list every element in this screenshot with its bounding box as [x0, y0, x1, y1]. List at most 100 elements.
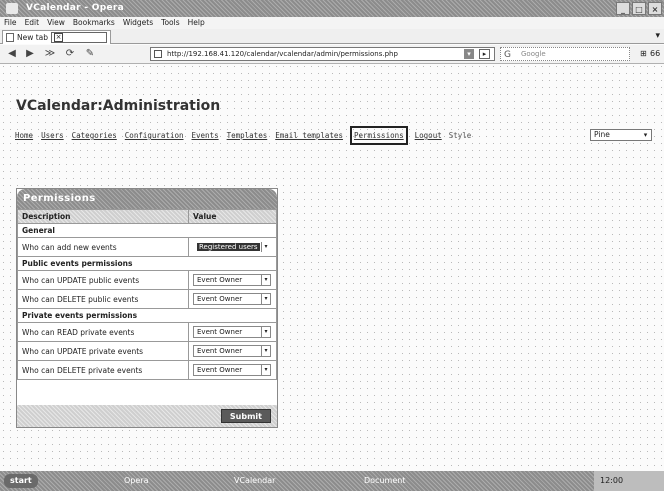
panel-footer: Submit [17, 405, 277, 427]
fast-forward-icon[interactable]: ≫ [44, 48, 56, 60]
chevron-down-icon: ▾ [643, 131, 648, 139]
tab-menu-icon[interactable]: ▾ [655, 31, 660, 41]
selected-value: Event Owner [197, 366, 243, 374]
admin-menu-home[interactable]: Home [14, 131, 34, 145]
section-row-public: Public events permissions [17, 256, 277, 271]
selected-value: Event Owner [197, 347, 243, 355]
admin-menu-templates[interactable]: Templates [226, 131, 269, 145]
chevron-down-icon: ▾ [261, 365, 270, 375]
permission-label: Who can DELETE public events [17, 289, 189, 309]
submit-button[interactable]: Submit [220, 409, 271, 423]
permission-value-cell: Event Owner ▾ [188, 270, 277, 290]
selected-value: Event Owner [197, 276, 243, 284]
permissions-panel: Permissions Description Value General Wh… [16, 188, 278, 428]
permission-value-cell: Event Owner ▾ [188, 289, 277, 309]
tab-close-area[interactable]: × [51, 32, 108, 43]
start-button[interactable]: start [4, 474, 38, 488]
table-row: Who can UPDATE private events Event Owne… [17, 341, 277, 361]
back-icon[interactable]: ◀ [6, 48, 18, 60]
close-icon[interactable]: × [648, 2, 662, 15]
tab-new-tab[interactable]: New tab × [2, 30, 112, 44]
menu-widgets[interactable]: Widgets [123, 17, 153, 29]
style-select[interactable]: Pine ▾ [590, 129, 652, 141]
search-placeholder: Google [521, 50, 546, 58]
system-tray: 12:00 [594, 471, 664, 491]
browser-menubar: File Edit View Bookmarks Widgets Tools H… [0, 17, 664, 29]
read-private-select[interactable]: Event Owner ▾ [193, 326, 271, 338]
google-icon: G [504, 50, 511, 60]
menu-view[interactable]: View [47, 17, 65, 29]
zoom-level: 66 [650, 49, 661, 58]
column-header-description: Description [17, 209, 189, 224]
menu-edit[interactable]: Edit [25, 17, 40, 29]
page-icon [6, 33, 14, 42]
column-header-value: Value [188, 209, 277, 224]
close-tab-icon[interactable]: × [54, 33, 64, 42]
permission-label: Who can READ private events [17, 322, 189, 342]
chevron-down-icon: ▾ [261, 327, 270, 337]
tray-clock: 12:00 [600, 476, 624, 485]
style-label: Style [448, 131, 472, 140]
update-private-select[interactable]: Event Owner ▾ [193, 345, 271, 357]
reload-icon[interactable]: ⟳ [64, 48, 76, 60]
permission-label: Who can add new events [17, 237, 189, 257]
chevron-down-icon[interactable]: ▾ [464, 49, 474, 59]
permission-label: Who can UPDATE private events [17, 341, 189, 361]
permission-value-cell: Event Owner ▾ [188, 360, 277, 380]
address-bar[interactable]: http://192.168.41.120/calendar/vcalendar… [150, 47, 495, 61]
zoom-icon[interactable]: ⊞ [640, 49, 647, 58]
permission-value-cell: Registered users ▾ [188, 237, 277, 257]
minimize-icon[interactable]: _ [616, 2, 630, 15]
permissions-table: Description Value General Who can add ne… [17, 209, 277, 380]
window-title: VCalendar - Opera [26, 3, 125, 13]
menu-file[interactable]: File [4, 17, 17, 29]
maximize-icon[interactable]: □ [632, 2, 646, 15]
tab-strip: New tab × ▾ [0, 29, 664, 44]
admin-menu-logout[interactable]: Logout [414, 131, 443, 145]
selected-value: Event Owner [197, 295, 243, 303]
tab-label: New tab [17, 33, 49, 42]
opera-app-icon [6, 3, 18, 14]
admin-menu-email-templates[interactable]: Email templates [274, 131, 344, 145]
taskbar-item-vcalendar[interactable]: VCalendar [230, 474, 279, 488]
permission-value-cell: Event Owner ▾ [188, 322, 277, 342]
delete-private-select[interactable]: Event Owner ▾ [193, 364, 271, 376]
window-controls: _ □ × [616, 2, 662, 15]
admin-menu-events[interactable]: Events [191, 131, 220, 145]
table-row: Who can add new events Registered users … [17, 237, 277, 257]
edit-icon[interactable]: ✎ [84, 48, 96, 60]
add-events-select[interactable]: Registered users ▾ [193, 241, 271, 253]
menu-tools[interactable]: Tools [161, 17, 179, 29]
permission-label: Who can DELETE private events [17, 360, 189, 380]
table-row: Who can UPDATE public events Event Owner… [17, 270, 277, 290]
selected-value: Registered users [197, 243, 260, 251]
search-input[interactable]: G Google [500, 47, 630, 61]
menu-help[interactable]: Help [188, 17, 205, 29]
admin-menu-configuration[interactable]: Configuration [124, 131, 185, 145]
forward-icon[interactable]: ▶ [24, 48, 36, 60]
taskbar-item-document[interactable]: Document [360, 474, 409, 488]
table-row: Who can DELETE private events Event Owne… [17, 360, 277, 380]
table-row: Who can READ private events Event Owner … [17, 322, 277, 342]
admin-menu-users[interactable]: Users [40, 131, 65, 145]
page-icon [154, 50, 162, 58]
permission-value-cell: Event Owner ▾ [188, 341, 277, 361]
chevron-down-icon: ▾ [261, 294, 270, 304]
admin-menu-categories[interactable]: Categories [71, 131, 118, 145]
address-url: http://192.168.41.120/calendar/vcalendar… [167, 50, 398, 58]
admin-menu-permissions[interactable]: Permissions [349, 126, 408, 145]
navigation-toolbar: ◀ ▶ ≫ ⟳ ✎ http://192.168.41.120/calendar… [0, 45, 664, 64]
section-title: General [17, 223, 277, 238]
update-public-select[interactable]: Event Owner ▾ [193, 274, 271, 286]
section-title: Private events permissions [17, 308, 277, 323]
menu-bookmarks[interactable]: Bookmarks [73, 17, 115, 29]
chevron-down-icon: ▾ [261, 242, 270, 252]
chevron-down-icon: ▾ [261, 346, 270, 356]
style-value: Pine [594, 130, 610, 139]
go-icon[interactable]: ▸ [479, 49, 490, 59]
taskbar-item-opera[interactable]: Opera [120, 474, 153, 488]
admin-menu: Home Users Categories Configuration Even… [14, 126, 472, 145]
table-row: Who can DELETE public events Event Owner… [17, 289, 277, 309]
page-title: VCalendar:Administration [16, 98, 221, 114]
delete-public-select[interactable]: Event Owner ▾ [193, 293, 271, 305]
